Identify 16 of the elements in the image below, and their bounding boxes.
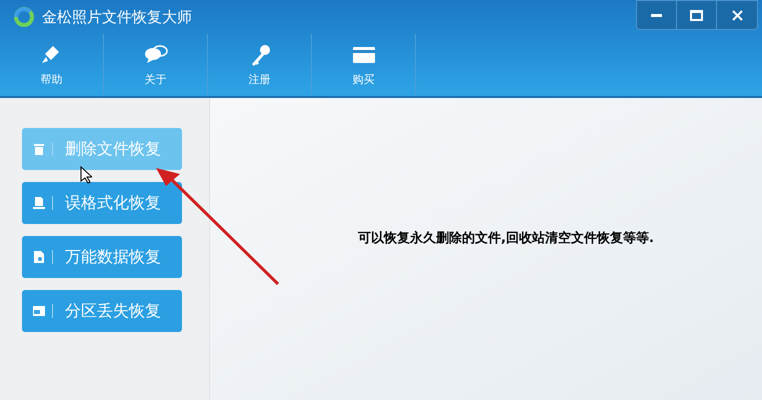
drive-icon (32, 304, 46, 318)
sidebar-item[interactable]: 删除文件恢复 (22, 128, 182, 170)
app-logo-icon (14, 7, 34, 27)
mouse-cursor-icon (80, 166, 92, 184)
toolbar-button[interactable]: 注册 (208, 34, 312, 96)
sidebar-item[interactable]: 万能数据恢复 (22, 236, 182, 278)
document-icon (32, 196, 46, 210)
trash-icon (32, 142, 46, 156)
description-text: 可以恢复永久删除的文件,回收站清空文件恢复等等. (358, 230, 654, 248)
sidebar-item[interactable]: 分区丢失恢复 (22, 290, 182, 332)
toolbar-button[interactable]: 帮助 (0, 34, 104, 96)
toolbar-button[interactable]: 购买 (312, 34, 416, 96)
sidebar-item[interactable]: 误格式化恢复 (22, 182, 182, 224)
toolbar-button[interactable]: 关于 (104, 34, 208, 96)
close-icon (732, 10, 742, 20)
window-title: 金松照片文件恢复大师 (42, 6, 192, 28)
